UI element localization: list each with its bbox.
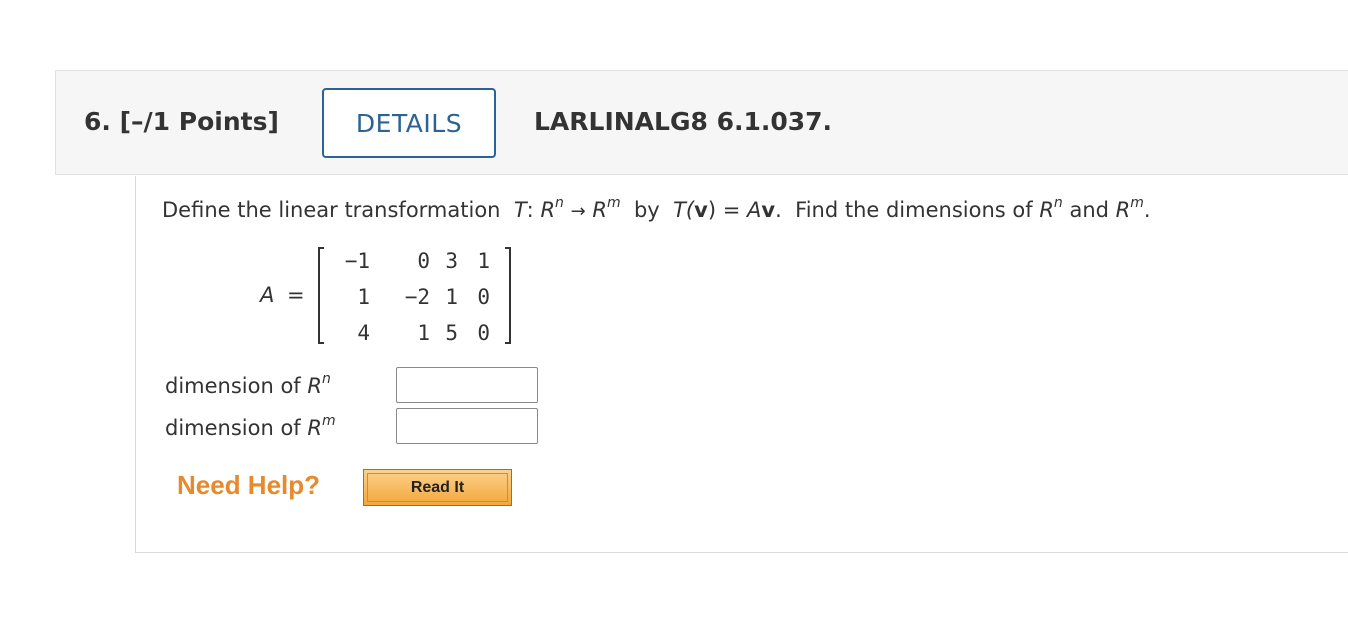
prompt-text-end: Find the dimensions of: [795, 198, 1033, 222]
points-label: [–/1 Points]: [119, 107, 279, 136]
exponent-n: n: [555, 195, 564, 211]
right-bracket: [505, 247, 511, 344]
exponent-m-2: m: [1130, 195, 1144, 211]
exponent-n-2: n: [1053, 195, 1063, 211]
domain-R: R: [540, 198, 556, 222]
transform-symbol: T: [513, 198, 527, 222]
matrix-cell: 1: [357, 285, 370, 309]
prompt-by: by: [633, 198, 660, 222]
left-bracket: [318, 247, 324, 344]
details-button[interactable]: DETAILS: [322, 88, 496, 158]
R-symbol: R: [307, 374, 322, 398]
need-help-label: Need Help?: [177, 470, 321, 500]
dimension-m-input[interactable]: [396, 408, 538, 444]
exponent-m: m: [606, 195, 621, 211]
question-prompt: Define the linear transformation T: Rn →…: [162, 195, 1151, 222]
matrix-cell: 1: [477, 249, 490, 273]
matrix-cell: 4: [357, 321, 370, 345]
matrix-A-symbol: A: [747, 198, 762, 222]
question-number-and-points: 6. [–/1 Points]: [84, 107, 279, 136]
dimension-n-input[interactable]: [396, 367, 538, 403]
dim-label-text: dimension of: [165, 416, 301, 440]
dim-label-text: dimension of: [165, 374, 301, 398]
dimension-m-label: dimension of Rm: [165, 413, 336, 440]
period: .: [775, 198, 782, 222]
R-m-symbol: R: [1115, 198, 1131, 222]
transform-apply-close: ): [707, 198, 717, 222]
matrix-label: A: [260, 283, 275, 307]
final-period: .: [1143, 198, 1151, 222]
R-symbol: R: [307, 416, 322, 440]
prompt-and: and: [1069, 198, 1109, 222]
matrix-cell: 0: [477, 321, 490, 345]
read-it-button[interactable]: Read It: [363, 469, 512, 506]
equals-sign: =: [722, 198, 741, 222]
R-n-symbol: R: [1039, 198, 1054, 222]
colon: :: [526, 198, 534, 222]
question-header: 6. [–/1 Points] DETAILS LARLINALG8 6.1.0…: [55, 70, 1348, 175]
vector-v-2: v: [761, 198, 776, 222]
problem-code: LARLINALG8 6.1.037.: [534, 107, 833, 136]
exponent-n: n: [321, 371, 331, 387]
dimension-n-label: dimension of Rn: [165, 371, 331, 398]
right-arrow-icon: →: [570, 201, 586, 222]
transform-apply-open: T(: [673, 198, 695, 222]
vector-v: v: [694, 198, 708, 222]
question-number: 6.: [84, 107, 111, 136]
read-it-label: Read It: [410, 478, 465, 496]
matrix-cell: 0: [477, 285, 490, 309]
details-button-label: DETAILS: [355, 108, 463, 138]
matrix-cell: −1: [344, 249, 370, 273]
matrix-equals: =: [287, 283, 305, 307]
codomain-R: R: [592, 198, 607, 222]
prompt-text-start: Define the linear transformation: [162, 198, 501, 222]
exponent-m: m: [321, 413, 336, 429]
